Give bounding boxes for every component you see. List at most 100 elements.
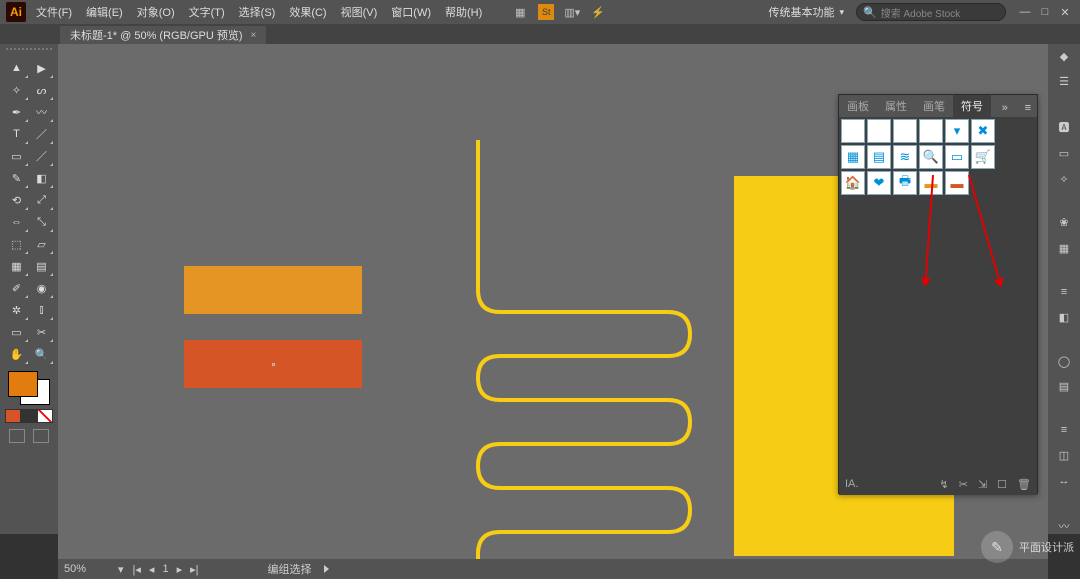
workspace-switcher[interactable]: 传统基本功能 ▾: [768, 4, 844, 20]
tab-properties[interactable]: 属性: [877, 95, 915, 117]
sym-search[interactable]: 🔍: [919, 145, 943, 169]
artboard-next[interactable]: ▸: [174, 563, 186, 576]
tab-symbols[interactable]: 符号: [953, 95, 991, 117]
sym-blank4[interactable]: [919, 119, 943, 143]
paintbrush-tool[interactable]: ／: [29, 145, 54, 167]
perspective-tool[interactable]: ▱: [29, 233, 54, 255]
mesh-tool[interactable]: ▦: [4, 255, 29, 277]
gradient-tool[interactable]: ▤: [29, 255, 54, 277]
sym-rss[interactable]: ≋: [893, 145, 917, 169]
menu-view[interactable]: 视图(V): [341, 4, 378, 20]
pen-tool[interactable]: ✒: [4, 101, 29, 123]
document-tab[interactable]: 未标题-1* @ 50% (RGB/GPU 预览) ×: [60, 26, 266, 44]
shape-builder-tool[interactable]: ⬚: [4, 233, 29, 255]
draw-normal-icon[interactable]: [9, 429, 25, 443]
layers-icon[interactable]: ☰: [1054, 75, 1074, 88]
direct-selection-tool[interactable]: ▶: [29, 57, 54, 79]
eyedropper-tool[interactable]: ✐: [4, 277, 29, 299]
blend-tool[interactable]: ◉: [29, 277, 54, 299]
graphic-styles-icon[interactable]: ▤: [1054, 380, 1074, 393]
sym-blank1[interactable]: [841, 119, 865, 143]
fill-swatch[interactable]: [8, 371, 38, 397]
sym-dropdown[interactable]: ▾: [945, 119, 969, 143]
mini-swatch-1[interactable]: [5, 409, 21, 423]
stock-icon[interactable]: St: [538, 4, 554, 20]
place-symbol-icon[interactable]: ⇲: [978, 478, 987, 491]
guides-icon[interactable]: ▭: [1054, 147, 1074, 160]
line-tool[interactable]: ／: [29, 123, 54, 145]
appearance-icon[interactable]: ◯: [1054, 355, 1074, 368]
artboard-prev[interactable]: ◂: [146, 563, 158, 576]
menu-select[interactable]: 选择(S): [239, 4, 276, 20]
properties-icon[interactable]: ◆: [1054, 50, 1074, 63]
shaper-tool[interactable]: ✎: [4, 167, 29, 189]
toolbox-handle[interactable]: [6, 48, 52, 53]
sym-red-bar[interactable]: ▬: [945, 171, 969, 195]
transform-icon[interactable]: ↔: [1054, 474, 1074, 487]
trash-icon[interactable]: 🗑: [1017, 478, 1031, 491]
window-maximize[interactable]: □: [1036, 5, 1054, 19]
sym-print[interactable]: 🖶: [893, 171, 917, 195]
art-orange-rect[interactable]: [184, 266, 362, 314]
zoom-dropdown-icon[interactable]: ▾: [118, 563, 124, 576]
pathfinder-icon[interactable]: ◫: [1054, 449, 1074, 462]
symbol-options-icon[interactable]: ✂: [959, 478, 968, 491]
sym-blank2[interactable]: [867, 119, 891, 143]
document-tab-close[interactable]: ×: [251, 30, 257, 41]
artboard-first[interactable]: |◂: [130, 563, 144, 576]
panel-overflow-chevron[interactable]: »: [996, 99, 1014, 117]
rectangle-tool[interactable]: ▭: [4, 145, 29, 167]
symbol-sprayer-tool[interactable]: ✲: [4, 299, 29, 321]
fill-stroke-swatch[interactable]: [6, 371, 52, 443]
artboard-tool[interactable]: ▭: [4, 321, 29, 343]
art-serpentine-path[interactable]: [458, 140, 718, 559]
sym-card[interactable]: ▭: [945, 145, 969, 169]
hand-tool[interactable]: ✋: [4, 343, 29, 365]
sym-close[interactable]: ✖: [971, 119, 995, 143]
panel-menu-icon[interactable]: ≡: [1019, 99, 1037, 117]
eraser-tool[interactable]: ◧: [29, 167, 54, 189]
scale-tool[interactable]: ⤢: [29, 189, 54, 211]
slice-tool[interactable]: ✂: [29, 321, 54, 343]
artboard-index[interactable]: 1: [159, 563, 171, 575]
sym-grid[interactable]: ▦: [841, 145, 865, 169]
bridge-icon[interactable]: ▦: [512, 4, 528, 20]
window-close[interactable]: ✕: [1056, 5, 1074, 19]
sym-film[interactable]: ▤: [867, 145, 891, 169]
stroke-icon[interactable]: ≡: [1054, 285, 1074, 298]
zoom-tool[interactable]: 🔍: [29, 343, 54, 365]
menu-object[interactable]: 对象(O): [137, 4, 175, 20]
screen-mode-icon[interactable]: [33, 429, 49, 443]
align-icon[interactable]: ≡: [1054, 424, 1074, 437]
sym-heart[interactable]: ❤: [867, 171, 891, 195]
artboard-last[interactable]: ▸|: [187, 563, 201, 576]
gpu-icon[interactable]: ⚡: [590, 4, 606, 20]
menu-file[interactable]: 文件(F): [36, 4, 72, 20]
free-transform-tool[interactable]: ⤡: [29, 211, 54, 233]
tab-artboards[interactable]: 画板: [839, 95, 877, 117]
mini-swatch-3[interactable]: [37, 409, 53, 423]
curvature-tool[interactable]: 〰: [29, 101, 54, 123]
window-minimize[interactable]: —: [1016, 5, 1034, 19]
type-tool[interactable]: T: [4, 123, 29, 145]
tab-brushes[interactable]: 画笔: [915, 95, 953, 117]
new-symbol-icon[interactable]: ☐: [997, 478, 1007, 491]
status-mode-menu[interactable]: [324, 565, 329, 573]
sym-blank3[interactable]: [893, 119, 917, 143]
swatches-icon[interactable]: ▦: [1054, 242, 1074, 255]
menu-help[interactable]: 帮助(H): [445, 4, 482, 20]
sym-home[interactable]: 🏠: [841, 171, 865, 195]
zoom-level[interactable]: 50%: [64, 563, 112, 575]
ruler-icon[interactable]: 🅰: [1054, 119, 1074, 135]
menu-window[interactable]: 窗口(W): [391, 4, 431, 20]
crosshair-icon[interactable]: ✧: [1054, 172, 1074, 185]
arrange-icon[interactable]: ▥▾: [564, 4, 580, 20]
rotate-tool[interactable]: ⟲: [4, 189, 29, 211]
color-icon[interactable]: ❀: [1054, 216, 1074, 229]
symbol-libraries-icon[interactable]: IA.: [845, 478, 858, 490]
break-link-icon[interactable]: ↯: [940, 478, 949, 491]
lasso-tool[interactable]: ᔕ: [29, 79, 54, 101]
menu-type[interactable]: 文字(T): [189, 4, 225, 20]
menu-effect[interactable]: 效果(C): [289, 4, 326, 20]
width-tool[interactable]: ⇔: [4, 211, 29, 233]
